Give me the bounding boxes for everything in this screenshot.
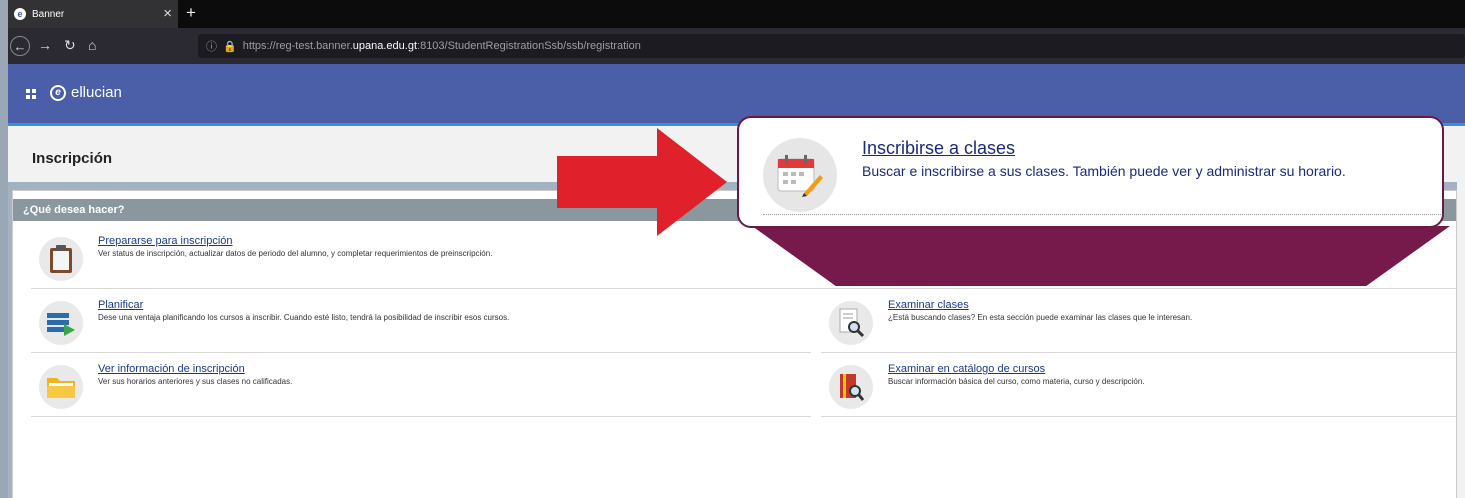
ellucian-icon: e [14,8,26,20]
clipboard-icon [39,237,83,281]
enroll-classes-link[interactable]: Inscribirse a clases [862,138,1015,159]
plan-link[interactable]: Planificar [98,299,143,311]
lock-icon[interactable]: 🔒 [223,40,237,53]
red-arrow-icon [557,128,727,236]
close-tab-icon[interactable]: × [163,5,172,22]
home-icon[interactable]: ⌂ [88,37,96,53]
item-description: Buscar información básica del curso, com… [888,377,1145,386]
url-prefix: https://reg-test.banner. [242,40,353,52]
new-tab-icon[interactable]: + [186,3,196,23]
list-item[interactable]: Planificar Dese una ventaja planificando… [31,295,811,353]
browser-tab[interactable]: e Banner × [8,0,178,28]
brand-logo[interactable]: e ellucian [50,84,122,101]
callout-description: Buscar e inscribirse a sus clases. Tambi… [862,163,1346,179]
url-suffix: :8103/StudentRegistrationSsb/ssb/registr… [417,40,641,52]
list-item[interactable]: Examinar clases ¿Está buscando clases? E… [821,295,1456,353]
item-description: Ver sus horarios anteriores y sus clases… [98,377,293,386]
view-registration-info-link[interactable]: Ver información de inscripción [98,363,245,375]
plan-list-icon [39,301,83,345]
tab-bar: e Banner × + [8,0,1465,28]
course-catalog-link[interactable]: Examinar en catálogo de cursos [888,363,1045,375]
item-description: ¿Está buscando clases? En esta sección p… [888,313,1193,322]
back-icon[interactable]: ← [10,36,30,56]
divider [763,214,1441,215]
page-title: Inscripción [32,150,113,167]
url-domain: upana.edu.gt [352,40,418,52]
reload-icon[interactable]: ↻ [64,37,76,54]
document-search-icon [829,301,873,345]
tab-title: Banner [32,8,65,20]
info-icon[interactable]: ⓘ [206,38,217,54]
item-description: Ver status de inscripción, actualizar da… [98,249,493,258]
brand-name: ellucian [71,84,122,101]
folder-icon [39,365,83,409]
prepare-registration-link[interactable]: Prepararse para inscripción [98,235,233,247]
enroll-callout[interactable]: Inscribirse a clases Buscar e inscribirs… [737,116,1444,228]
ellucian-logo-icon: e [50,84,66,101]
book-search-icon [829,365,873,409]
list-item[interactable]: Examinar en catálogo de cursos Buscar in… [821,359,1456,417]
callout-tail [752,226,1450,286]
list-item[interactable]: Ver información de inscripción Ver sus h… [31,359,811,417]
forward-icon[interactable]: → [38,37,52,53]
url-bar[interactable]: ⓘ 🔒 https://reg-test.banner. upana.edu.gt… [198,34,1465,58]
browse-classes-link[interactable]: Examinar clases [888,299,969,311]
calendar-edit-icon [763,138,837,212]
item-description: Dese una ventaja planificando los cursos… [98,313,510,322]
app-grid-icon[interactable] [26,89,36,99]
nav-bar: ← → ↻ ⌂ ⓘ 🔒 https://reg-test.banner. upan… [8,28,1465,64]
